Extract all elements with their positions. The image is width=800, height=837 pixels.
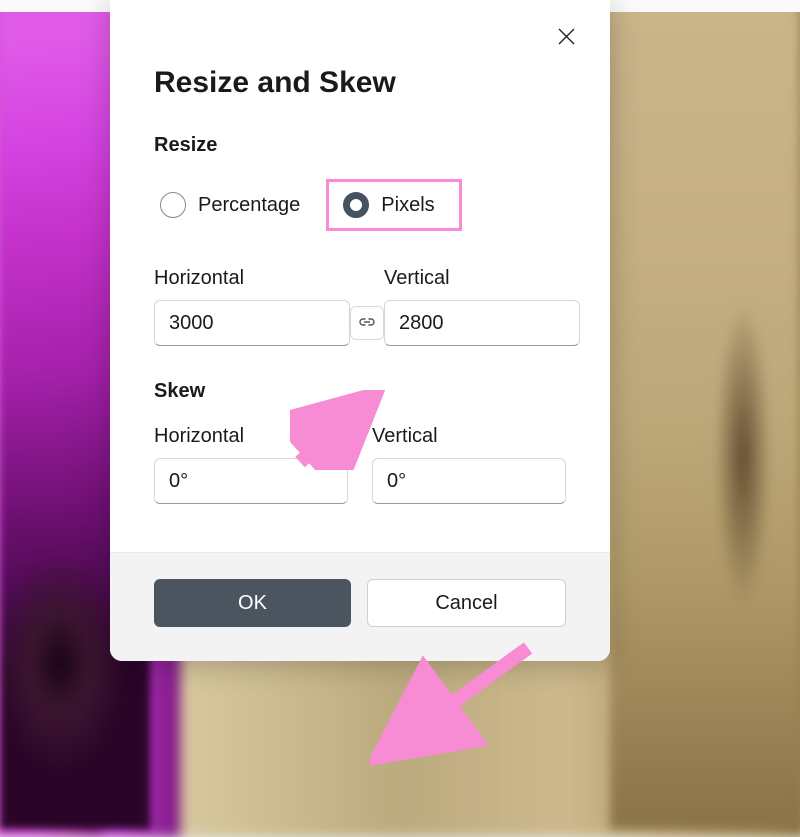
resize-unit-radio-group: Percentage Pixels: [154, 179, 566, 231]
radio-pixels-label: Pixels: [381, 194, 434, 217]
close-button[interactable]: [548, 18, 584, 54]
resize-section-label: Resize: [154, 134, 566, 157]
skew-vertical-label: Vertical: [372, 425, 566, 448]
close-icon: [558, 20, 575, 51]
resize-horizontal-input[interactable]: [154, 300, 350, 346]
dialog-title: Resize and Skew: [154, 66, 566, 100]
skew-horizontal-label: Horizontal: [154, 425, 348, 448]
ok-button[interactable]: OK: [154, 579, 351, 627]
resize-horizontal-label: Horizontal: [154, 267, 350, 290]
resize-skew-dialog: Resize and Skew Resize Percentage Pixels…: [110, 0, 610, 661]
background-surface-right: [610, 0, 800, 829]
aspect-ratio-link-button[interactable]: [350, 306, 384, 340]
skew-vertical-input[interactable]: [372, 458, 566, 504]
radio-percentage[interactable]: Percentage: [154, 184, 306, 226]
skew-section-label: Skew: [154, 380, 566, 403]
link-icon: [358, 315, 376, 332]
radio-pixels[interactable]: Pixels: [326, 179, 461, 231]
radio-circle-icon: [160, 192, 186, 218]
radio-circle-selected-icon: [343, 192, 369, 218]
skew-horizontal-input[interactable]: [154, 458, 348, 504]
resize-vertical-input[interactable]: [384, 300, 580, 346]
radio-percentage-label: Percentage: [198, 194, 300, 217]
cancel-button[interactable]: Cancel: [367, 579, 566, 627]
skew-fields-row: Horizontal Vertical: [154, 425, 566, 504]
resize-fields-row: Horizontal Vertical: [154, 267, 566, 346]
dialog-footer: OK Cancel: [110, 552, 610, 661]
resize-vertical-label: Vertical: [384, 267, 580, 290]
